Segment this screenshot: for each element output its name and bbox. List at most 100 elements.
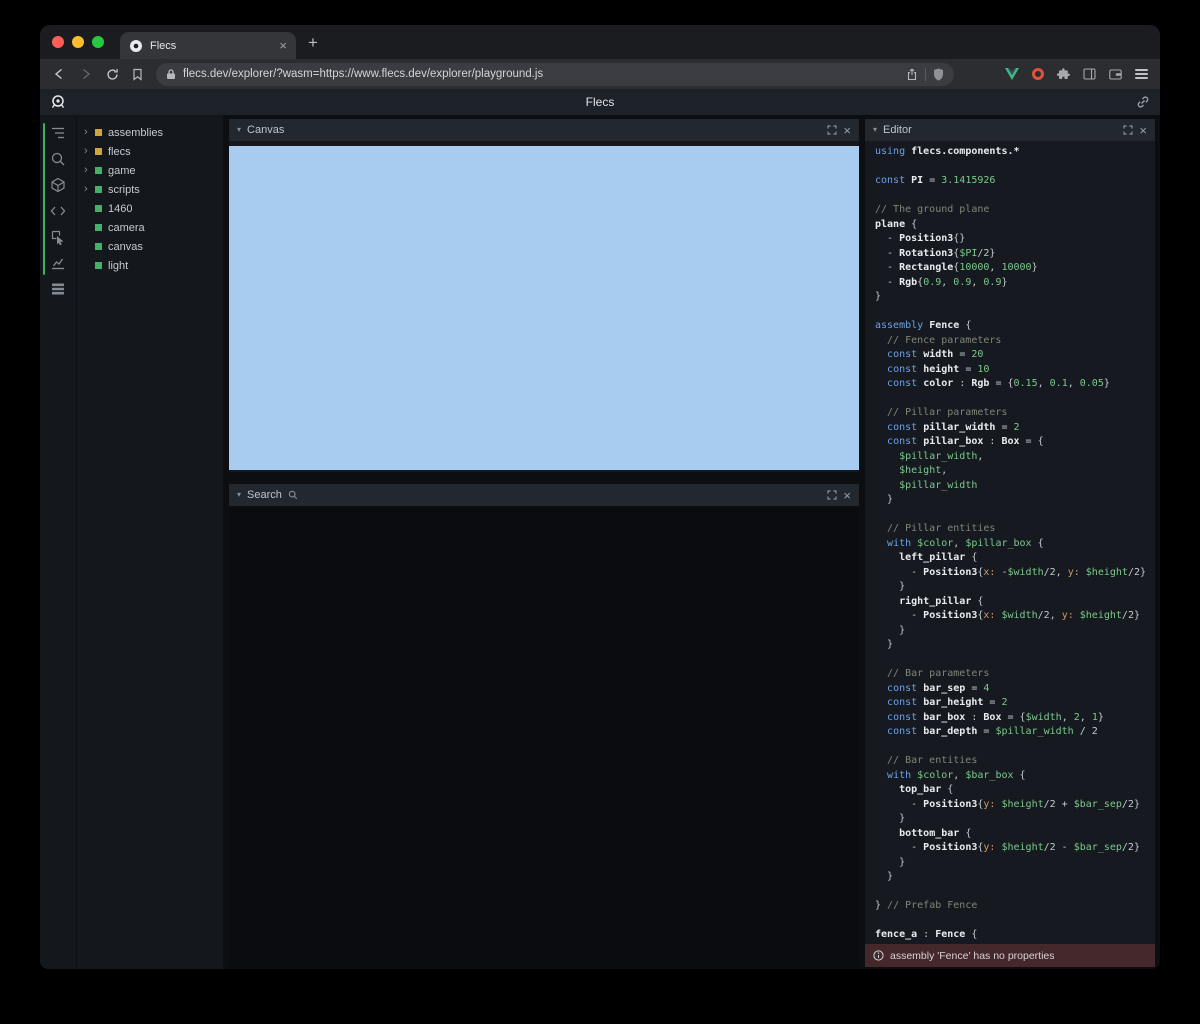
expand-arrow-icon[interactable]: ›: [84, 184, 94, 195]
entity-color-square: [95, 129, 102, 136]
tree-item-game[interactable]: › game: [77, 161, 223, 180]
error-message: assembly 'Fence' has no properties: [890, 950, 1055, 962]
search-small-icon: [288, 490, 298, 500]
expand-panel-icon[interactable]: [1123, 125, 1133, 135]
tab-strip: Flecs × +: [40, 25, 1160, 59]
minimize-window-button[interactable]: [72, 36, 84, 48]
share-link-icon[interactable]: [1136, 95, 1150, 109]
editor-panel-header[interactable]: ▾ Editor ×: [865, 119, 1155, 141]
search-results-area[interactable]: [229, 506, 859, 967]
tree-item-label: light: [108, 260, 128, 272]
tree-item-label: game: [108, 165, 136, 177]
code-line: const bar_height = 2: [875, 696, 1155, 711]
tab-close-icon[interactable]: ×: [279, 39, 287, 52]
center-column: ▾ Canvas × ▾ Search: [229, 119, 859, 967]
entity-tree-panel: ›assemblies›flecs›game›scripts1460camera…: [76, 115, 223, 969]
extensions-puzzle-icon[interactable]: [1057, 68, 1070, 81]
close-panel-icon[interactable]: ×: [843, 489, 851, 502]
wallet-icon[interactable]: [1109, 69, 1122, 80]
code-line: }: [875, 638, 1155, 653]
reload-button[interactable]: [106, 68, 119, 81]
active-panels-indicator: [43, 123, 45, 275]
search-panel-header[interactable]: ▾ Search ×: [229, 484, 859, 506]
close-panel-icon[interactable]: ×: [1139, 124, 1147, 137]
code-line: const bar_depth = $pillar_width / 2: [875, 725, 1155, 740]
new-tab-button[interactable]: +: [308, 34, 318, 51]
entity-tree-icon[interactable]: [50, 125, 66, 141]
zoom-window-button[interactable]: [92, 36, 104, 48]
code-line: with $color, $bar_box {: [875, 769, 1155, 784]
tree-item-scripts[interactable]: ›scripts: [77, 180, 223, 199]
share-icon[interactable]: [906, 68, 918, 81]
canvas-panel-header[interactable]: ▾ Canvas ×: [229, 119, 859, 141]
info-circle-icon: [873, 950, 884, 961]
browser-tab[interactable]: Flecs ×: [120, 32, 296, 59]
code-icon[interactable]: [50, 203, 66, 219]
recorder-extension-icon[interactable]: [1032, 68, 1044, 80]
side-panel-icon[interactable]: [1083, 68, 1096, 80]
code-line: // Pillar entities: [875, 522, 1155, 537]
expand-arrow-icon[interactable]: ›: [84, 165, 94, 176]
tree-item-label: flecs: [108, 146, 131, 158]
code-line: }: [875, 870, 1155, 885]
tree-item-camera[interactable]: camera: [77, 218, 223, 237]
editor-code[interactable]: using flecs.components.* const PI = 3.14…: [865, 141, 1155, 944]
tree-item-1460[interactable]: 1460: [77, 199, 223, 218]
entities-icon[interactable]: [50, 177, 66, 193]
code-line: $pillar_width,: [875, 450, 1155, 465]
code-line: const color : Rgb = {0.15, 0.1, 0.05}: [875, 377, 1155, 392]
app-header: Flecs: [40, 89, 1160, 115]
back-button[interactable]: [52, 67, 66, 81]
chevron-down-icon[interactable]: ▾: [237, 491, 241, 499]
code-line: const PI = 3.1415926: [875, 174, 1155, 189]
tab-title: Flecs: [150, 40, 272, 52]
expand-arrow-icon[interactable]: ›: [84, 127, 94, 138]
tree-item-light[interactable]: light: [77, 256, 223, 275]
code-line: [875, 508, 1155, 523]
code-line: right_pillar {: [875, 595, 1155, 610]
url-text[interactable]: flecs.dev/explorer/?wasm=https://www.fle…: [183, 68, 899, 80]
code-line: - Rotation3{$PI/2}: [875, 247, 1155, 262]
queries-icon[interactable]: [50, 281, 66, 297]
address-bar[interactable]: flecs.dev/explorer/?wasm=https://www.fle…: [156, 63, 954, 86]
code-line: - Position3{x: -$width/2, y: $height/2}: [875, 566, 1155, 581]
menu-icon[interactable]: [1135, 69, 1148, 79]
canvas-scene[interactable]: [229, 146, 859, 470]
code-line: - Position3{x: $width/2, y: $height/2}: [875, 609, 1155, 624]
close-window-button[interactable]: [52, 36, 64, 48]
expand-panel-icon[interactable]: [827, 490, 837, 500]
brave-shield-icon[interactable]: [933, 68, 944, 81]
code-line: const pillar_box : Box = {: [875, 435, 1155, 450]
tree-item-canvas[interactable]: canvas: [77, 237, 223, 256]
code-line: [875, 914, 1155, 929]
bookmark-icon[interactable]: [132, 68, 143, 81]
entity-color-square: [95, 186, 102, 193]
expand-panel-icon[interactable]: [827, 125, 837, 135]
tree-item-assemblies[interactable]: ›assemblies: [77, 123, 223, 142]
code-line: fence_a : Fence {: [875, 928, 1155, 943]
code-line: [875, 392, 1155, 407]
code-line: - Position3{y: $height/2 + $bar_sep/2}: [875, 798, 1155, 813]
code-line: // The ground plane: [875, 203, 1155, 218]
code-line: }: [875, 856, 1155, 871]
tree-item-label: canvas: [108, 241, 143, 253]
entity-tree-list: ›assemblies›flecs›game›scripts1460camera…: [77, 123, 223, 275]
forward-button[interactable]: [79, 67, 93, 81]
code-line: const height = 10: [875, 363, 1155, 378]
code-line: - Rgb{0.9, 0.9, 0.9}: [875, 276, 1155, 291]
inspector-icon[interactable]: [50, 229, 66, 245]
statistics-icon[interactable]: [50, 255, 66, 271]
chevron-down-icon[interactable]: ▾: [873, 126, 877, 134]
code-line: const bar_box : Box = {$width, 2, 1}: [875, 711, 1155, 726]
tree-item-flecs[interactable]: › flecs: [77, 142, 223, 161]
code-line: const pillar_width = 2: [875, 421, 1155, 436]
expand-arrow-icon[interactable]: ›: [84, 146, 94, 157]
chevron-down-icon[interactable]: ▾: [237, 126, 241, 134]
code-line: } // Prefab Fence: [875, 899, 1155, 914]
close-panel-icon[interactable]: ×: [843, 124, 851, 137]
code-line: - Position3{y: $height/2 - $bar_sep/2}: [875, 841, 1155, 856]
code-line: - Rectangle{10000, 10000}: [875, 261, 1155, 276]
flecs-explorer-app: Flecs: [40, 89, 1160, 969]
vue-devtools-icon[interactable]: [1005, 68, 1019, 80]
search-icon[interactable]: [50, 151, 66, 167]
